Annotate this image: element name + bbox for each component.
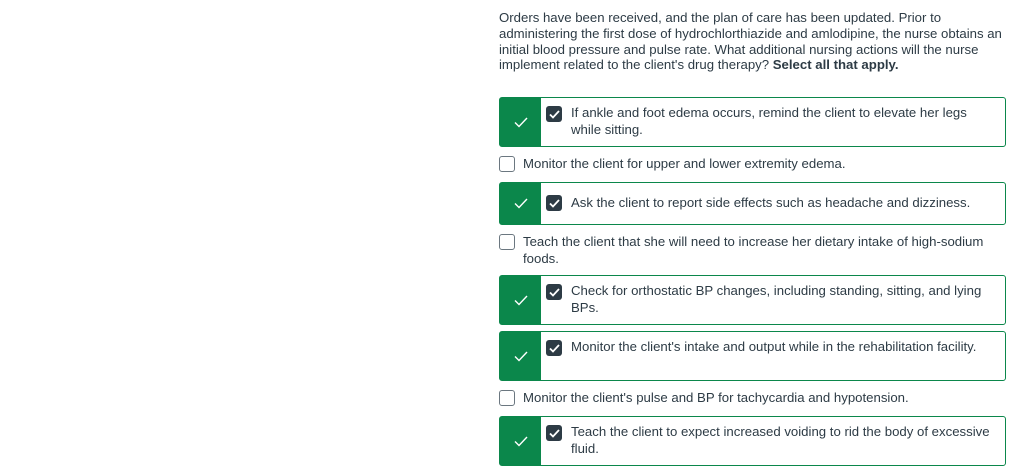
correct-answer-marker — [500, 417, 541, 465]
answer-option[interactable]: Teach the client that she will need to i… — [499, 231, 1006, 270]
answer-option[interactable]: Monitor the client's pulse and BP for ta… — [499, 387, 1006, 411]
answer-option-label: Ask the client to report side effects su… — [571, 195, 971, 210]
checkbox-empty-icon[interactable] — [499, 156, 515, 172]
checkmark-icon — [514, 198, 528, 209]
answer-option-label: Monitor the client's pulse and BP for ta… — [523, 390, 909, 405]
correct-answer-marker — [500, 98, 541, 146]
answer-options: If ankle and foot edema occurs, remind t… — [499, 97, 1006, 472]
answer-option-label: Monitor the client for upper and lower e… — [523, 156, 846, 171]
answer-option[interactable]: Monitor the client's intake and output w… — [499, 331, 1006, 381]
answer-option[interactable]: Ask the client to report side effects su… — [499, 182, 1006, 225]
question-text: Orders have been received, and the plan … — [499, 10, 1002, 73]
correct-answer-marker — [500, 183, 541, 224]
checkbox-checked-icon[interactable] — [546, 106, 562, 122]
checkbox-empty-icon[interactable] — [499, 390, 515, 406]
answer-option-label: Check for orthostatic BP changes, includ… — [571, 283, 982, 315]
checkbox-checked-icon[interactable] — [546, 284, 562, 300]
checkmark-icon — [514, 117, 528, 128]
answer-option-label: Monitor the client's intake and output w… — [571, 339, 977, 354]
answer-option[interactable]: Check for orthostatic BP changes, includ… — [499, 275, 1006, 325]
question-instruction: Select all that apply. — [772, 57, 899, 73]
answer-option-label: If ankle and foot edema occurs, remind t… — [571, 105, 967, 137]
answer-option[interactable]: Teach the client to expect increased voi… — [499, 416, 1006, 466]
correct-answer-marker — [500, 276, 541, 324]
checkmark-icon — [514, 436, 528, 447]
checkbox-checked-icon[interactable] — [546, 340, 562, 356]
answer-option-label: Teach the client to expect increased voi… — [571, 424, 990, 456]
checkbox-checked-icon[interactable] — [546, 195, 562, 211]
question-prompt: Orders have been received, and the plan … — [499, 10, 1004, 73]
answer-option-label: Teach the client that she will need to i… — [523, 234, 984, 266]
answer-option[interactable]: Monitor the client for upper and lower e… — [499, 153, 1006, 177]
checkbox-checked-icon[interactable] — [546, 425, 562, 441]
answer-option[interactable]: If ankle and foot edema occurs, remind t… — [499, 97, 1006, 147]
checkmark-icon — [514, 351, 528, 362]
correct-answer-marker — [500, 332, 541, 380]
checkmark-icon — [514, 295, 528, 306]
checkbox-empty-icon[interactable] — [499, 234, 515, 250]
